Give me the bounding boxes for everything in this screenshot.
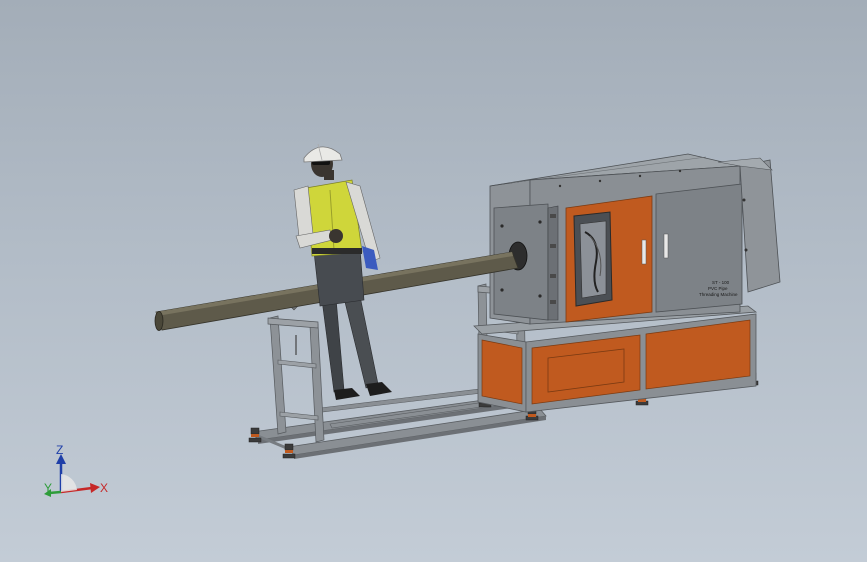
- rear-housing: [739, 159, 781, 293]
- x-axis-label: X: [100, 481, 108, 495]
- hard-hat: [303, 146, 343, 163]
- threading-machine[interactable]: ST - 100 PVC Pipe Threading Machine: [489, 153, 781, 325]
- nameplate-line3: Threading Machine: [699, 292, 738, 297]
- cad-model-scene[interactable]: ST - 100 PVC Pipe Threading Machine: [0, 0, 867, 562]
- nameplate-line1: ST - 100: [712, 280, 730, 285]
- y-axis-label: Y: [44, 481, 52, 495]
- z-axis-label: Z: [56, 443, 63, 457]
- door-handle-left[interactable]: [641, 239, 647, 265]
- door-handle-right[interactable]: [663, 233, 669, 259]
- graphics-area[interactable]: ST - 100 PVC Pipe Threading Machine Z X …: [0, 0, 867, 562]
- operator-figure: [293, 143, 392, 400]
- nameplate-line2: PVC Pipe: [708, 286, 728, 291]
- base-side-panel: [481, 339, 523, 405]
- coordinate-triad: Z X Y: [36, 440, 116, 510]
